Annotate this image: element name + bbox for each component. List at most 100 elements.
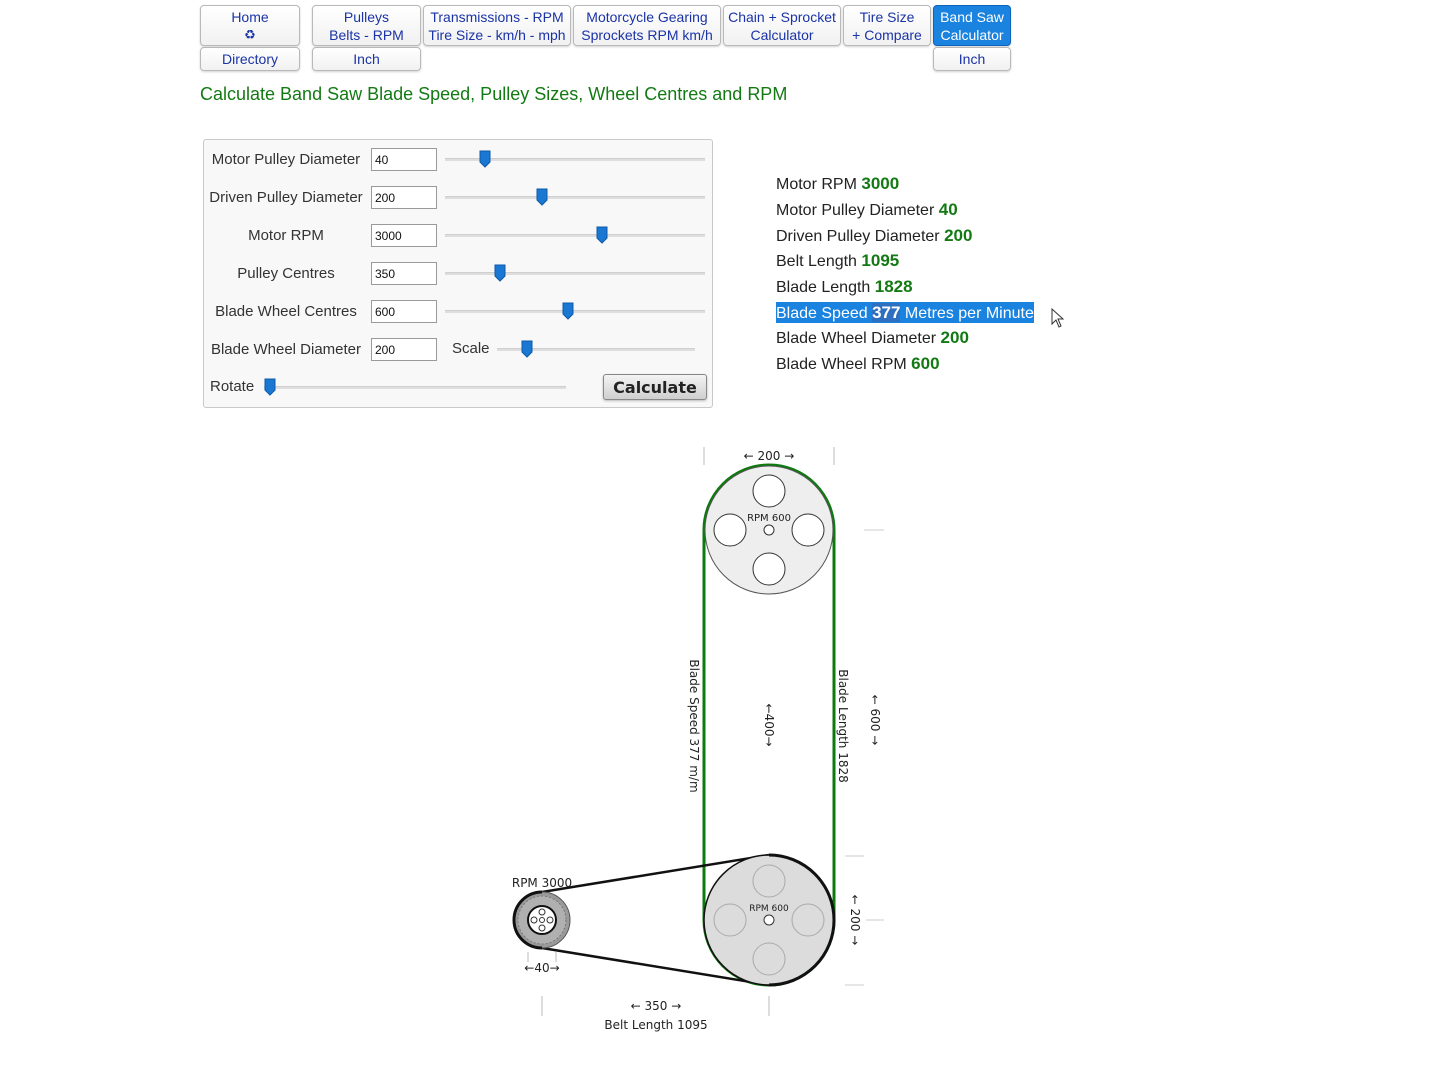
top-wheel-hole xyxy=(752,474,786,508)
result-label: Belt Length xyxy=(776,253,857,270)
wheel-centres-dimension: ← 600 → xyxy=(868,695,882,746)
top-wheel-axle xyxy=(763,524,775,536)
result-label: Blade Wheel Diameter xyxy=(776,330,937,347)
bottom-diameter-dimension: ← 200 → xyxy=(848,895,862,946)
blade-speed-label: Blade Speed 377 m/m xyxy=(687,659,701,792)
recycle-icon: ♻ xyxy=(244,26,256,42)
result-value: 1828 xyxy=(874,277,913,296)
rotate-label: Rotate xyxy=(210,378,255,395)
result-label: Blade Wheel RPM xyxy=(776,356,907,373)
result-label: Motor RPM xyxy=(776,176,857,193)
motor-hub-hole xyxy=(538,908,546,916)
nav-bandsaw-line1: Band Saw xyxy=(940,8,1004,25)
nav-directory-button[interactable]: Directory xyxy=(200,47,300,71)
motor-rpm-label-diagram: RPM 3000 xyxy=(512,876,572,890)
blade-wheel-diameter-input[interactable] xyxy=(371,338,437,361)
result-label: Driven Pulley Diameter xyxy=(776,228,940,245)
nav-motorcycle-line1: Motorcycle Gearing xyxy=(586,8,708,25)
blade-wheel-diameter-label: Blade Wheel Diameter xyxy=(210,341,362,358)
nav-home-button[interactable]: Home ♻ xyxy=(200,5,300,46)
nav-tire-line1: Tire Size xyxy=(859,8,915,25)
nav-chain-line2: Calculator xyxy=(750,26,814,43)
nav-bandsaw-inch-button[interactable]: Inch xyxy=(933,47,1011,71)
motor-rpm-label: Motor RPM xyxy=(248,227,324,244)
nav-bandsaw-line2: Calculator xyxy=(940,26,1004,43)
motor-hub-hole xyxy=(538,924,546,932)
motor-pulley-slider-thumb[interactable] xyxy=(479,150,491,168)
result-value: 3000 xyxy=(861,174,900,193)
nav-pulleys-button[interactable]: Pulleys Belts - RPM xyxy=(312,5,421,46)
driven-pulley-input[interactable] xyxy=(371,186,437,209)
motor-rpm-input[interactable] xyxy=(371,224,437,247)
nav-home-label: Home xyxy=(231,8,269,25)
pulley-centres-dimension: ← 350 → xyxy=(631,999,682,1013)
bottom-wheel-axle xyxy=(763,914,775,926)
motor-hub-hole xyxy=(546,916,554,924)
result-blade-wheel-rpm: Blade Wheel RPM 600 xyxy=(776,354,940,374)
driven-pulley-slider-thumb[interactable] xyxy=(536,188,548,206)
pulley-centres-slider-track[interactable] xyxy=(445,272,705,275)
pulley-centres-label: Pulley Centres xyxy=(237,265,335,282)
result-belt-length: Belt Length 1095 xyxy=(776,251,899,271)
nav-chain-button[interactable]: Chain + Sprocket Calculator xyxy=(723,5,841,46)
blade-wheel-centres-slider-track[interactable] xyxy=(445,310,705,313)
motor-diameter-dimension: ←40→ xyxy=(524,961,559,975)
rotate-slider-thumb[interactable] xyxy=(264,378,276,396)
page-title: Calculate Band Saw Blade Speed, Pulley S… xyxy=(200,84,788,104)
result-label: Motor Pulley Diameter xyxy=(776,202,935,219)
result-value: 200 xyxy=(944,226,973,245)
rotate-slider-track[interactable] xyxy=(264,386,566,389)
nav-transmissions-line2: Tire Size - km/h - mph xyxy=(428,26,566,43)
result-motor-pulley-diameter: Motor Pulley Diameter 40 xyxy=(776,200,958,220)
result-blade-wheel-diameter: Blade Wheel Diameter 200 xyxy=(776,328,969,348)
bottom-wheel-rpm: RPM 600 xyxy=(749,904,789,914)
result-motor-rpm: Motor RPM 3000 xyxy=(776,174,899,194)
top-wheel-hole xyxy=(713,513,747,547)
blade-wheel-centres-label: Blade Wheel Centres xyxy=(215,303,357,320)
motor-hub-axle xyxy=(539,917,545,923)
motor-pulley-input[interactable] xyxy=(371,148,437,171)
calculate-button[interactable]: Calculate xyxy=(603,374,707,400)
scale-slider-thumb[interactable] xyxy=(521,340,533,358)
nav-transmissions-line1: Transmissions - RPM xyxy=(430,8,564,25)
result-unit: Metres per Minute xyxy=(904,305,1034,322)
result-label: Blade Length xyxy=(776,279,871,296)
motor-rpm-slider-track[interactable] xyxy=(445,234,705,237)
result-value: 200 xyxy=(940,328,969,347)
nav-transmissions-button[interactable]: Transmissions - RPM Tire Size - km/h - m… xyxy=(423,5,571,46)
motor-hub-hole xyxy=(530,916,538,924)
mouse-cursor-icon xyxy=(1051,308,1065,328)
band-saw-diagram: ← 200 → RPM 600 ←400→ ← 600 → Blade Spee… xyxy=(512,447,884,1032)
pulley-centres-input[interactable] xyxy=(371,262,437,285)
nav-pulleys-line1: Pulleys xyxy=(343,8,390,25)
top-wheel-rpm: RPM 600 xyxy=(747,513,791,524)
top-wheel-hole xyxy=(752,552,786,586)
result-label: Blade Speed xyxy=(776,305,868,322)
driven-pulley-slider-track[interactable] xyxy=(445,196,705,199)
nav-motorcycle-line2: Sprockets RPM km/h xyxy=(581,26,713,43)
nav-pulleys-inch-button[interactable]: Inch xyxy=(312,47,421,71)
result-value: 1095 xyxy=(861,251,900,270)
nav-motorcycle-button[interactable]: Motorcycle Gearing Sprockets RPM km/h xyxy=(573,5,721,46)
blade-length-label: Blade Length 1828 xyxy=(836,669,850,782)
belt-length-label: Belt Length 1095 xyxy=(604,1018,707,1032)
blade-wheel-centres-input[interactable] xyxy=(371,300,437,323)
result-blade-length: Blade Length 1828 xyxy=(776,277,913,297)
nav-bandsaw-button[interactable]: Band Saw Calculator xyxy=(933,5,1011,46)
centre-dimension: ←400→ xyxy=(762,703,776,746)
result-value: 40 xyxy=(938,200,958,219)
result-value: 600 xyxy=(911,354,940,373)
driven-pulley-label: Driven Pulley Diameter xyxy=(209,189,363,206)
blade-wheel-centres-slider-thumb[interactable] xyxy=(562,302,574,320)
motor-rpm-slider-thumb[interactable] xyxy=(596,226,608,244)
nav-tire-line2: + Compare xyxy=(852,26,922,43)
result-value: 377 xyxy=(872,303,901,322)
motor-pulley-label: Motor Pulley Diameter xyxy=(211,151,361,168)
top-width-dimension: ← 200 → xyxy=(744,449,795,463)
top-wheel-hole xyxy=(791,513,825,547)
pulley-centres-slider-thumb[interactable] xyxy=(494,264,506,282)
nav-tire-button[interactable]: Tire Size + Compare xyxy=(843,5,931,46)
nav-chain-line1: Chain + Sprocket xyxy=(728,8,836,25)
nav-pulleys-line2: Belts - RPM xyxy=(329,26,404,43)
result-driven-pulley-diameter: Driven Pulley Diameter 200 xyxy=(776,226,972,246)
